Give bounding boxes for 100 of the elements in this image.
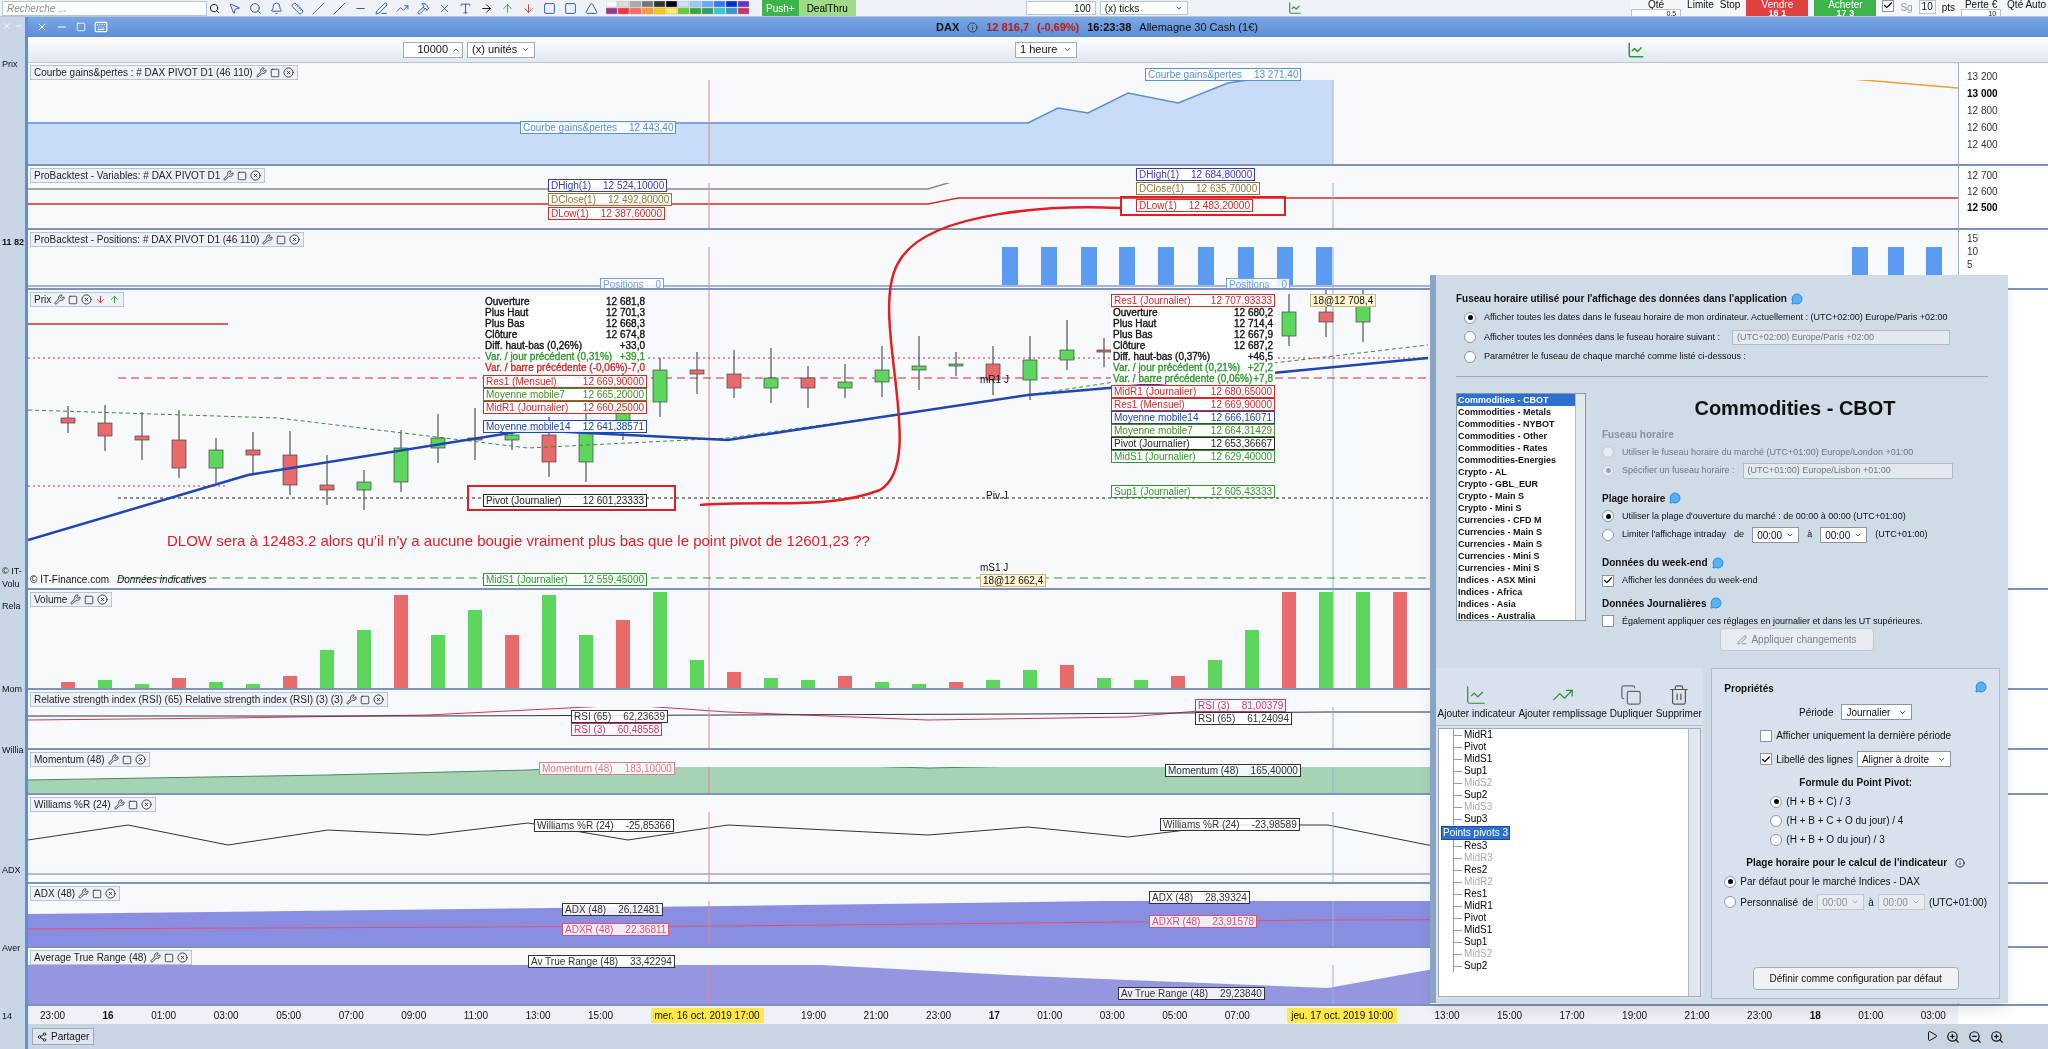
radio-button[interactable] xyxy=(1770,833,1783,846)
close-icon[interactable] xyxy=(282,67,294,78)
market-list-item[interactable]: Commodities - Metals xyxy=(1457,405,1575,418)
checkbox[interactable] xyxy=(1602,574,1614,587)
arrow-down-icon[interactable] xyxy=(95,294,107,305)
window-icon[interactable] xyxy=(121,754,132,765)
radio-button[interactable] xyxy=(1724,875,1737,888)
arrow-up-icon[interactable] xyxy=(109,294,121,305)
close-icon[interactable] xyxy=(105,888,117,899)
tree-item[interactable]: MidR1 xyxy=(1462,729,1493,741)
help-bubble-icon[interactable] xyxy=(1710,597,1723,609)
close-icon[interactable] xyxy=(176,952,188,963)
search-field[interactable]: Recherche ... xyxy=(2,0,207,16)
info-icon[interactable] xyxy=(967,21,979,33)
close-icon[interactable] xyxy=(97,594,109,605)
toolbar-button[interactable]: Dupliquer xyxy=(1609,684,1653,721)
close-icon[interactable] xyxy=(250,170,262,181)
market-list-item[interactable]: Currencies - Mini S xyxy=(1457,561,1575,574)
caret-icon[interactable] xyxy=(1854,531,1863,539)
checkbox[interactable] xyxy=(1602,615,1614,628)
default-config-button[interactable]: Définir comme configuration par défaut xyxy=(1752,967,1959,990)
market-list-item[interactable]: Commodities - Other xyxy=(1457,429,1575,442)
close-icon[interactable] xyxy=(140,799,152,810)
window-icon[interactable] xyxy=(92,888,103,899)
info-icon[interactable] xyxy=(1955,857,1966,868)
close-icon[interactable] xyxy=(134,754,146,765)
tree-item[interactable]: Sup2 xyxy=(1462,960,1488,972)
settings-icon[interactable] xyxy=(78,888,90,899)
timezone-select[interactable]: (UTC+01:00) Europe/Lisbon +01:00 xyxy=(1742,463,1953,479)
arrow-up-icon[interactable] xyxy=(501,1,514,15)
market-list-item[interactable]: Indices - Asia xyxy=(1457,597,1575,610)
tree-item[interactable]: MidR1 xyxy=(1462,900,1493,912)
tree-item[interactable]: Sup1 xyxy=(1462,765,1488,777)
help-bubble-icon[interactable] xyxy=(1669,492,1682,504)
tree-item[interactable]: Sup1 xyxy=(1462,936,1488,948)
settings-icon[interactable] xyxy=(70,594,82,605)
market-list-item[interactable]: Crypto - GBL_EUR xyxy=(1457,477,1575,490)
settings-icon[interactable] xyxy=(223,170,235,181)
tree-item[interactable]: MidS1 xyxy=(1462,924,1493,936)
window-icon[interactable] xyxy=(276,234,287,245)
ruler-icon[interactable] xyxy=(291,1,304,15)
tree-item[interactable]: Pivot xyxy=(1462,912,1487,924)
tree-item[interactable]: Sup2 xyxy=(1462,789,1488,801)
radio-button[interactable] xyxy=(1724,896,1737,908)
window-icon[interactable] xyxy=(127,799,138,810)
settings-icon[interactable] xyxy=(255,67,267,78)
timezone-select[interactable]: (UTC+02:00) Europe/Paris +02:00 xyxy=(1732,329,1950,345)
market-list-item[interactable]: Commodities - NYBOT xyxy=(1457,417,1575,430)
bell-icon[interactable] xyxy=(270,1,283,15)
market-list-item[interactable]: Indices - Africa xyxy=(1457,585,1575,598)
market-list-item[interactable]: Currencies - Mini S xyxy=(1457,549,1575,562)
checkbox[interactable] xyxy=(1882,0,1895,12)
radio-button[interactable] xyxy=(1602,464,1614,477)
text-icon[interactable] xyxy=(459,1,472,15)
arrow-down-icon[interactable] xyxy=(522,1,535,15)
hammer-icon[interactable] xyxy=(417,1,430,15)
settings-icon[interactable] xyxy=(107,754,119,765)
market-list-item[interactable]: Indices - Australia xyxy=(1457,609,1575,620)
market-list-item[interactable]: Crypto - Main S xyxy=(1457,489,1575,502)
market-list-item[interactable]: Commodities - CBOT xyxy=(1457,393,1575,406)
tree-item[interactable]: Res2 xyxy=(1462,864,1488,876)
window-icon[interactable] xyxy=(163,952,174,963)
settings-icon[interactable] xyxy=(262,234,274,245)
toolbar-button[interactable]: Supprimer xyxy=(1655,684,1702,721)
tree-item[interactable]: Pivot xyxy=(1462,741,1487,753)
radio-button[interactable] xyxy=(1464,350,1476,363)
scrollbar[interactable] xyxy=(1688,729,1701,996)
period-select[interactable]: Journalier xyxy=(1841,704,1913,720)
settings-icon[interactable] xyxy=(149,952,161,963)
tree-item[interactable]: Res3 xyxy=(1462,840,1488,852)
market-list-item[interactable]: Commodities - Rates xyxy=(1457,441,1575,454)
market-list-item[interactable]: Indices - ASX Mini xyxy=(1457,573,1575,586)
zoom-out-icon[interactable] xyxy=(1968,1029,1982,1044)
stop-button[interactable]: Stop xyxy=(1719,0,1741,9)
tree-item[interactable]: Points pivots 3 xyxy=(1441,826,1511,840)
arrow-right-icon[interactable] xyxy=(480,1,493,15)
window-icon[interactable] xyxy=(84,594,95,605)
market-list-item[interactable]: Currencies - Main S xyxy=(1457,525,1575,538)
market-list-item[interactable]: Currencies - Main S xyxy=(1457,537,1575,550)
radio-button[interactable] xyxy=(1770,795,1783,808)
settings-icon[interactable] xyxy=(113,799,125,810)
window-icon[interactable] xyxy=(237,170,248,181)
close-icon[interactable] xyxy=(289,234,301,245)
rectangle-icon[interactable] xyxy=(564,1,577,15)
apply-button[interactable]: Appliquer changements xyxy=(1720,628,1874,651)
window-icon[interactable] xyxy=(68,294,79,305)
scrollbar[interactable] xyxy=(1575,393,1585,620)
window-icon[interactable] xyxy=(360,694,370,705)
market-list[interactable] xyxy=(1456,392,1586,621)
sell-button[interactable]: Vendre 16 1 xyxy=(1746,0,1809,16)
dealthru-button[interactable]: DealThru xyxy=(798,0,856,16)
chart-type-icon[interactable] xyxy=(1287,1,1302,15)
settings-icon[interactable] xyxy=(54,294,66,305)
pointer-icon[interactable] xyxy=(228,1,241,15)
toolbar-button[interactable]: Ajouter indicateur xyxy=(1437,684,1516,721)
tree-item[interactable]: MidS1 xyxy=(1462,753,1493,765)
help-bubble-icon[interactable] xyxy=(1790,292,1803,305)
color-palette-drawing[interactable] xyxy=(606,1,750,15)
ticks-field[interactable]: 100 xyxy=(1025,1,1096,15)
line-icon[interactable] xyxy=(312,1,325,15)
